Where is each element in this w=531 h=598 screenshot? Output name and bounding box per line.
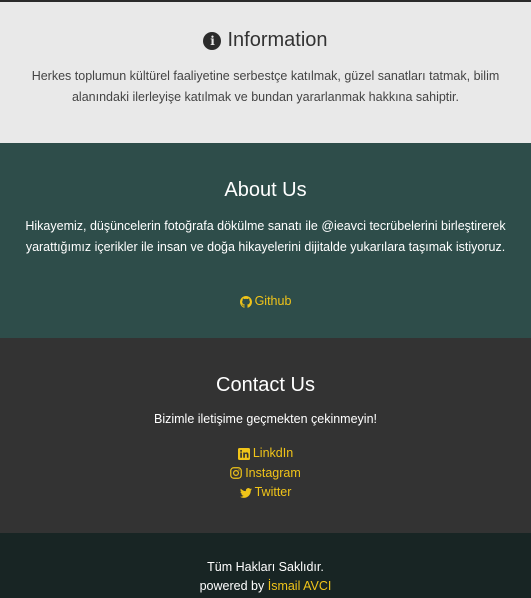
linkedin-label: LinkdIn [252, 446, 294, 460]
contact-title: Contact Us [216, 374, 315, 396]
github-label: Github [254, 294, 292, 308]
instagram-link[interactable]: Instagram [230, 464, 301, 484]
about-section: About Us Hikayemiz, düşüncelerin fotoğra… [0, 143, 531, 338]
powered-by-line: powered by İsmail AVCI [0, 577, 531, 596]
linkedin-link[interactable]: LinkdIn [237, 444, 294, 464]
author-link[interactable]: İsmail AVCI [268, 579, 332, 593]
github-wrapper: Github [0, 292, 531, 313]
contact-section: Contact Us Bizimle iletişime geçmekten ç… [0, 338, 531, 533]
github-link[interactable]: Github [239, 292, 292, 312]
about-text: Hikayemiz, düşüncelerin fotoğrafa dökülm… [25, 219, 506, 254]
social-links: LinkdIn Instagram Twitter [0, 444, 531, 503]
twitter-icon [239, 487, 252, 498]
about-title: About Us [224, 179, 307, 201]
linkedin-icon [237, 447, 250, 460]
information-title: i Information [0, 28, 531, 52]
info-icon: i [203, 32, 222, 50]
powered-by-prefix: powered by [199, 579, 265, 593]
twitter-link[interactable]: Twitter [239, 483, 292, 503]
information-text: Herkes toplumun kültürel faaliyetine ser… [31, 69, 500, 104]
twitter-label: Twitter [254, 485, 292, 499]
contact-text: Bizimle iletişime geçmekten çekinmeyin! [154, 412, 377, 426]
information-section: i Information Herkes toplumun kültürel fa… [0, 2, 531, 143]
copyright-text: Tüm Hakları Saklıdır. [207, 560, 324, 574]
instagram-icon [230, 467, 243, 480]
information-title-text: Information [227, 29, 328, 51]
footer-section: Tüm Hakları Saklıdır. powered by İsmail … [0, 533, 531, 598]
github-icon [239, 295, 252, 308]
instagram-label: Instagram [245, 465, 301, 480]
